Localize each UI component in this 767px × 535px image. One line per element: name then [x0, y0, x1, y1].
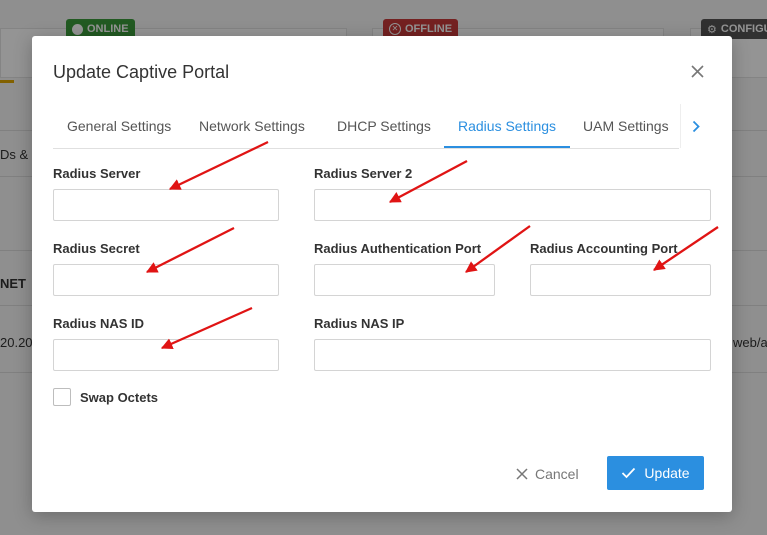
radius-auth-port-input[interactable] [314, 264, 495, 296]
close-icon [690, 64, 704, 78]
radius-secret-input[interactable] [53, 264, 279, 296]
radius-server-2-label: Radius Server 2 [314, 166, 413, 181]
radius-secret-label: Radius Secret [53, 241, 140, 256]
radius-nas-id-label: Radius NAS ID [53, 316, 145, 331]
radius-nas-ip-label: Radius NAS IP [314, 316, 405, 331]
x-icon [516, 468, 528, 480]
radius-nas-ip-input[interactable] [314, 339, 711, 371]
cancel-label: Cancel [535, 466, 579, 482]
settings-tabs: General Settings Network Settings DHCP S… [53, 104, 679, 149]
chevron-right-icon [692, 120, 700, 132]
dialog-title: Update Captive Portal [53, 62, 230, 82]
tab-network-settings[interactable]: Network Settings [199, 104, 305, 148]
check-icon [622, 467, 636, 479]
radius-acct-port-input[interactable] [530, 264, 711, 296]
update-label: Update [644, 465, 690, 481]
cancel-button[interactable]: Cancel [516, 459, 579, 489]
update-captive-portal-dialog: Update Captive Portal General Settings N… [32, 36, 732, 512]
swap-octets-checkbox[interactable] [53, 388, 71, 406]
radius-auth-port-label: Radius Authentication Port [314, 241, 482, 256]
tab-uam-settings[interactable]: UAM Settings [583, 104, 669, 148]
swap-octets-label: Swap Octets [80, 390, 159, 405]
radius-server-2-input[interactable] [314, 189, 711, 221]
tab-radius-settings[interactable]: Radius Settings [444, 104, 571, 148]
tabs-next-button[interactable] [680, 104, 711, 148]
tab-dhcp-settings[interactable]: DHCP Settings [337, 104, 431, 148]
radius-acct-port-label: Radius Accounting Port [530, 241, 678, 256]
radius-nas-id-input[interactable] [53, 339, 279, 371]
radius-server-label: Radius Server [53, 166, 141, 181]
tab-general-settings[interactable]: General Settings [67, 104, 171, 148]
update-button[interactable]: Update [607, 456, 704, 490]
close-button[interactable] [687, 61, 707, 81]
radius-server-input[interactable] [53, 189, 279, 221]
